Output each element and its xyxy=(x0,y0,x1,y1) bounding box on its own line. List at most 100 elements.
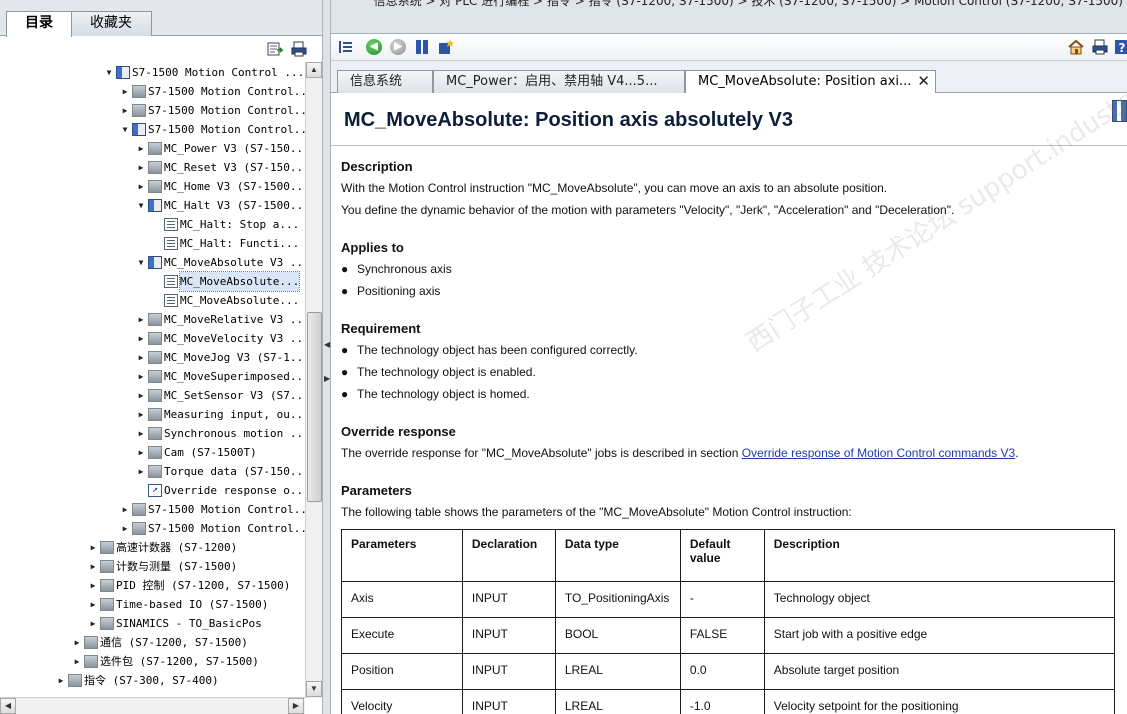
bookmark-icon[interactable] xyxy=(413,38,431,56)
tree-item[interactable]: ▶ 选件包 (S7-1200, S7-1500) xyxy=(72,652,259,671)
home-icon[interactable] xyxy=(1067,38,1085,56)
collapse-left-arrow-icon[interactable]: ◀ xyxy=(324,340,330,349)
expand-arrow-icon[interactable]: ▶ xyxy=(88,576,98,595)
tree-item[interactable]: ▼ S7-1500 Motion Control ... xyxy=(104,63,304,82)
tree-item[interactable]: ▶ MC_SetSensor V3 (S7... xyxy=(136,386,306,405)
expand-arrow-icon[interactable]: ▶ xyxy=(136,158,146,177)
catalog-horizontal-scrollbar[interactable]: ◀ ▶ xyxy=(0,697,305,714)
expand-arrow-icon[interactable]: ▶ xyxy=(136,367,146,386)
tab-mc-power[interactable]: MC_Power：启用、禁用轴 V4...5... xyxy=(433,70,685,93)
scroll-left-button[interactable]: ◀ xyxy=(0,698,16,714)
scroll-thumb[interactable] xyxy=(307,312,322,502)
expand-arrow-icon[interactable]: ▶ xyxy=(88,614,98,633)
tree-item[interactable]: ▶ Time-based IO (S7-1500) xyxy=(88,595,268,614)
expand-right-arrow-icon[interactable]: ▶ xyxy=(324,374,330,383)
tree-item[interactable]: ▶ MC_Reset V3 (S7-150... xyxy=(136,158,306,177)
expand-arrow-icon[interactable]: ▶ xyxy=(120,82,130,101)
show-toc-icon[interactable] xyxy=(337,38,355,56)
expand-arrow-icon[interactable]: ▶ xyxy=(56,671,66,690)
scroll-up-button[interactable]: ▲ xyxy=(306,62,322,78)
tree-item[interactable]: ▶ MC_MoveJog V3 (S7-1... xyxy=(136,348,306,367)
expand-arrow-icon[interactable]: ▶ xyxy=(136,386,146,405)
collapse-arrow-icon[interactable]: ▼ xyxy=(136,196,146,215)
book-icon xyxy=(148,446,162,459)
expand-arrow-icon[interactable]: ▶ xyxy=(136,177,146,196)
expand-arrow-icon[interactable]: ▶ xyxy=(88,595,98,614)
tree-item-label: S7-1500 Motion Control... xyxy=(148,123,306,136)
tree-item[interactable]: MC_MoveAbsolute... xyxy=(152,271,301,292)
tab-mc-moveabsolute[interactable]: MC_MoveAbsolute: Position axi... ✕ xyxy=(685,70,936,94)
add-favorite-icon[interactable] xyxy=(437,38,455,56)
requirement-item-text: The technology object is enabled. xyxy=(357,365,536,379)
override-response-link[interactable]: Override response of Motion Control comm… xyxy=(742,446,1015,460)
book-icon xyxy=(132,123,146,136)
tree-item[interactable]: ▶ S7-1500 Motion Control... xyxy=(120,519,306,538)
tree-item[interactable]: ▶ 指令 (S7-300, S7-400) xyxy=(56,671,219,690)
tree-item[interactable]: MC_Halt: Stop a... xyxy=(152,215,299,234)
expand-arrow-icon[interactable]: ▶ xyxy=(136,329,146,348)
sync-toc-icon[interactable] xyxy=(266,40,284,58)
left-tab-bar: 目录 收藏夹 xyxy=(0,0,325,37)
collapse-arrow-icon[interactable]: ▼ xyxy=(104,63,114,82)
collapse-arrow-icon[interactable]: ▼ xyxy=(136,253,146,272)
expand-arrow-icon[interactable]: ▶ xyxy=(120,101,130,120)
expand-arrow-icon[interactable]: ▶ xyxy=(72,652,82,671)
tree-item[interactable]: ▶ Synchronous motion ... xyxy=(136,424,306,443)
tree-item[interactable]: MC_Halt: Functi... xyxy=(152,234,299,253)
tree-item[interactable]: ▶ S7-1500 Motion Control... xyxy=(120,500,306,519)
pane-splitter[interactable]: ◀ ▶ xyxy=(322,0,331,714)
tree-item[interactable]: ▶ 计数与测量 (S7-1500) xyxy=(88,557,237,576)
tree-item[interactable]: ▶ MC_MoveVelocity V3 ... xyxy=(136,329,306,348)
tree-item[interactable]: ▼ MC_Halt V3 (S7-1500... xyxy=(136,196,306,215)
print-page-icon[interactable] xyxy=(1091,38,1109,56)
breadcrumb[interactable]: 信息系统 > 对 PLC 进行编程 > 指令 > 指令 (S7-1200, S7… xyxy=(374,0,1123,9)
tree-item[interactable]: ▶ MC_MoveRelative V3 ... xyxy=(136,310,306,329)
tree-item[interactable]: ▼ MC_MoveAbsolute V3 ... xyxy=(136,253,306,272)
tree-item[interactable]: ▶ SINAMICS - TO_BasicPos xyxy=(88,614,262,633)
tree-item[interactable]: ▶ MC_Home V3 (S7-1500... xyxy=(136,177,306,196)
tree-item[interactable]: ▶ MC_Power V3 (S7-150... xyxy=(136,139,306,158)
collapse-arrow-icon[interactable]: ▼ xyxy=(120,120,130,139)
expand-arrow-icon[interactable]: ▶ xyxy=(136,310,146,329)
tree-item[interactable]: ▶ Cam (S7-1500T) xyxy=(136,443,257,462)
tree-item[interactable]: ▶ Torque data (S7-150... xyxy=(136,462,306,481)
tree-item[interactable]: ▶ S7-1500 Motion Control... xyxy=(120,82,306,101)
tab-catalog[interactable]: 目录 xyxy=(6,11,72,37)
tree-item[interactable]: MC_MoveAbsolute... xyxy=(152,291,299,310)
expand-arrow-icon[interactable]: ▶ xyxy=(136,462,146,481)
close-icon[interactable]: ✕ xyxy=(917,71,930,92)
tree-item[interactable]: ▶ S7-1500 Motion Control... xyxy=(120,101,306,120)
book-icon xyxy=(148,256,162,269)
tree-item[interactable]: ↗ Override response o... xyxy=(136,481,306,500)
expand-arrow-icon[interactable]: ▶ xyxy=(136,405,146,424)
tree-item-label: MC_MoveSuperimposed... xyxy=(164,370,306,383)
book-icon xyxy=(148,161,162,174)
back-icon[interactable]: ◀ xyxy=(365,38,383,56)
help-icon[interactable]: ? xyxy=(1113,38,1127,56)
forward-icon[interactable]: ▶ xyxy=(389,38,407,56)
tree-item-label: S7-1500 Motion Control... xyxy=(148,104,306,117)
tree-item[interactable]: ▶ 通信 (S7-1200, S7-1500) xyxy=(72,633,248,652)
scroll-right-button[interactable]: ▶ xyxy=(288,698,304,714)
tab-favorites[interactable]: 收藏夹 xyxy=(70,11,152,36)
table-cell: Execute xyxy=(341,617,463,654)
expand-arrow-icon[interactable]: ▶ xyxy=(120,519,130,538)
tree-item[interactable]: ▶ PID 控制 (S7-1200, S7-1500) xyxy=(88,576,290,595)
scroll-down-button[interactable]: ▼ xyxy=(306,681,322,697)
tab-information-system[interactable]: 信息系统 xyxy=(337,70,433,93)
expand-arrow-icon[interactable]: ▶ xyxy=(72,633,82,652)
print-icon[interactable] xyxy=(290,40,308,58)
expand-arrow-icon[interactable]: ▶ xyxy=(88,538,98,557)
expand-arrow-icon[interactable]: ▶ xyxy=(88,557,98,576)
expand-arrow-icon[interactable]: ▶ xyxy=(136,443,146,462)
expand-arrow-icon[interactable]: ▶ xyxy=(120,500,130,519)
table-cell: Position xyxy=(341,653,463,690)
expand-arrow-icon[interactable]: ▶ xyxy=(136,424,146,443)
expand-arrow-icon[interactable]: ▶ xyxy=(136,348,146,367)
tree-item[interactable]: ▼ S7-1500 Motion Control... xyxy=(120,120,306,139)
catalog-vertical-scrollbar[interactable]: ▲ ▼ xyxy=(305,62,322,698)
tree-item[interactable]: ▶ 高速计数器 (S7-1200) xyxy=(88,538,237,557)
expand-arrow-icon[interactable]: ▶ xyxy=(136,139,146,158)
tree-item[interactable]: ▶ Measuring input, ou... xyxy=(136,405,306,424)
tree-item[interactable]: ▶ MC_MoveSuperimposed... xyxy=(136,367,306,386)
